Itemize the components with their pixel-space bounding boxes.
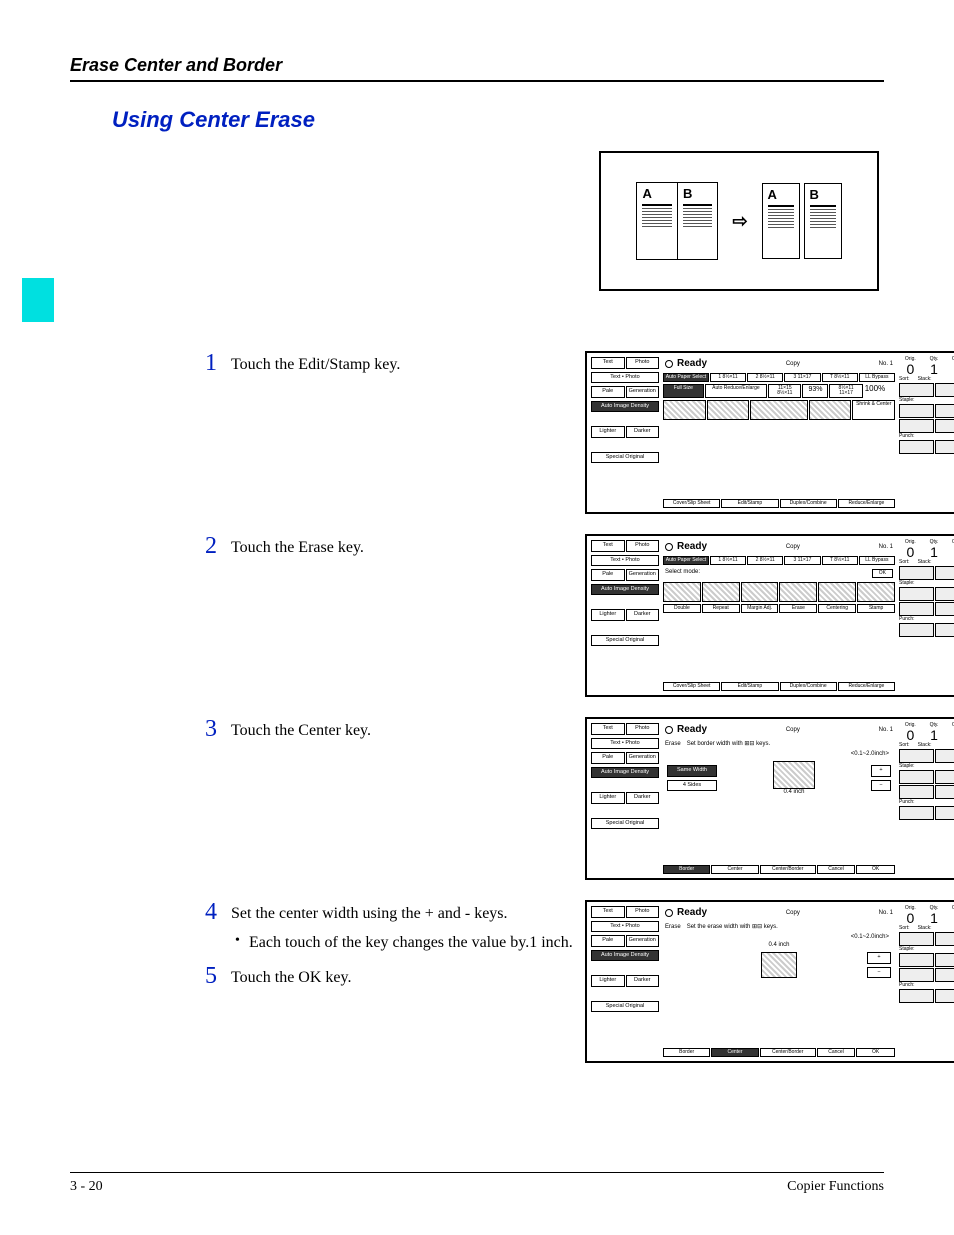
page-b-label: B [683,187,713,200]
minus-button[interactable]: − [871,780,891,792]
screen-1: TextPhoto Text • Photo PaleGeneration Au… [585,351,954,514]
ready-icon [665,360,673,368]
plus-button[interactable]: + [871,765,891,777]
erase-preview [761,952,797,978]
footer-section: Copier Functions [787,1179,884,1195]
step-1: 1 Touch the Edit/Stamp key. [205,351,585,376]
combine-icon[interactable] [809,400,852,420]
screen-3: TextPhoto Text • Photo PaleGeneration Au… [585,717,954,880]
screen-4: TextPhoto Text • Photo PaleGeneration Au… [585,900,954,1063]
ready-icon [665,726,673,734]
combine-icon[interactable] [750,400,808,420]
duplex-icon[interactable] [663,400,706,420]
step-3: 3 Touch the Center key. [205,717,585,742]
erase-preview [773,761,815,789]
duplex-icon[interactable] [707,400,750,420]
ready-icon [665,543,673,551]
minus-button[interactable]: − [867,967,891,979]
sort-icon[interactable] [899,383,934,397]
page-footer: 3 - 20 Copier Functions [70,1172,884,1195]
running-header: Erase Center and Border [70,55,884,82]
page-a-label: A [642,187,672,200]
step-5: 5 Touch the OK key. [205,964,585,989]
mode-icon[interactable] [663,582,701,602]
book-after: A B [762,183,842,259]
arrow-icon: ⇨ [732,211,747,232]
ready-icon [665,909,673,917]
header-title: Erase Center and Border [70,55,282,75]
page-number: 3 - 20 [70,1179,103,1195]
section-title: Using Center Erase [112,107,884,133]
step-4: 4 Set the center width using the + and -… [205,900,585,925]
concept-diagram: A B ⇨ A B [599,151,879,291]
plus-button[interactable]: + [867,952,891,964]
step-4-bullet: • Each touch of the key changes the valu… [235,933,585,954]
chapter-tab-marker [22,278,54,322]
book-before: A B [636,182,718,260]
stack-icon[interactable] [935,383,954,397]
screen-2: TextPhoto Text • Photo PaleGeneration Au… [585,534,954,697]
step-2: 2 Touch the Erase key. [205,534,585,559]
